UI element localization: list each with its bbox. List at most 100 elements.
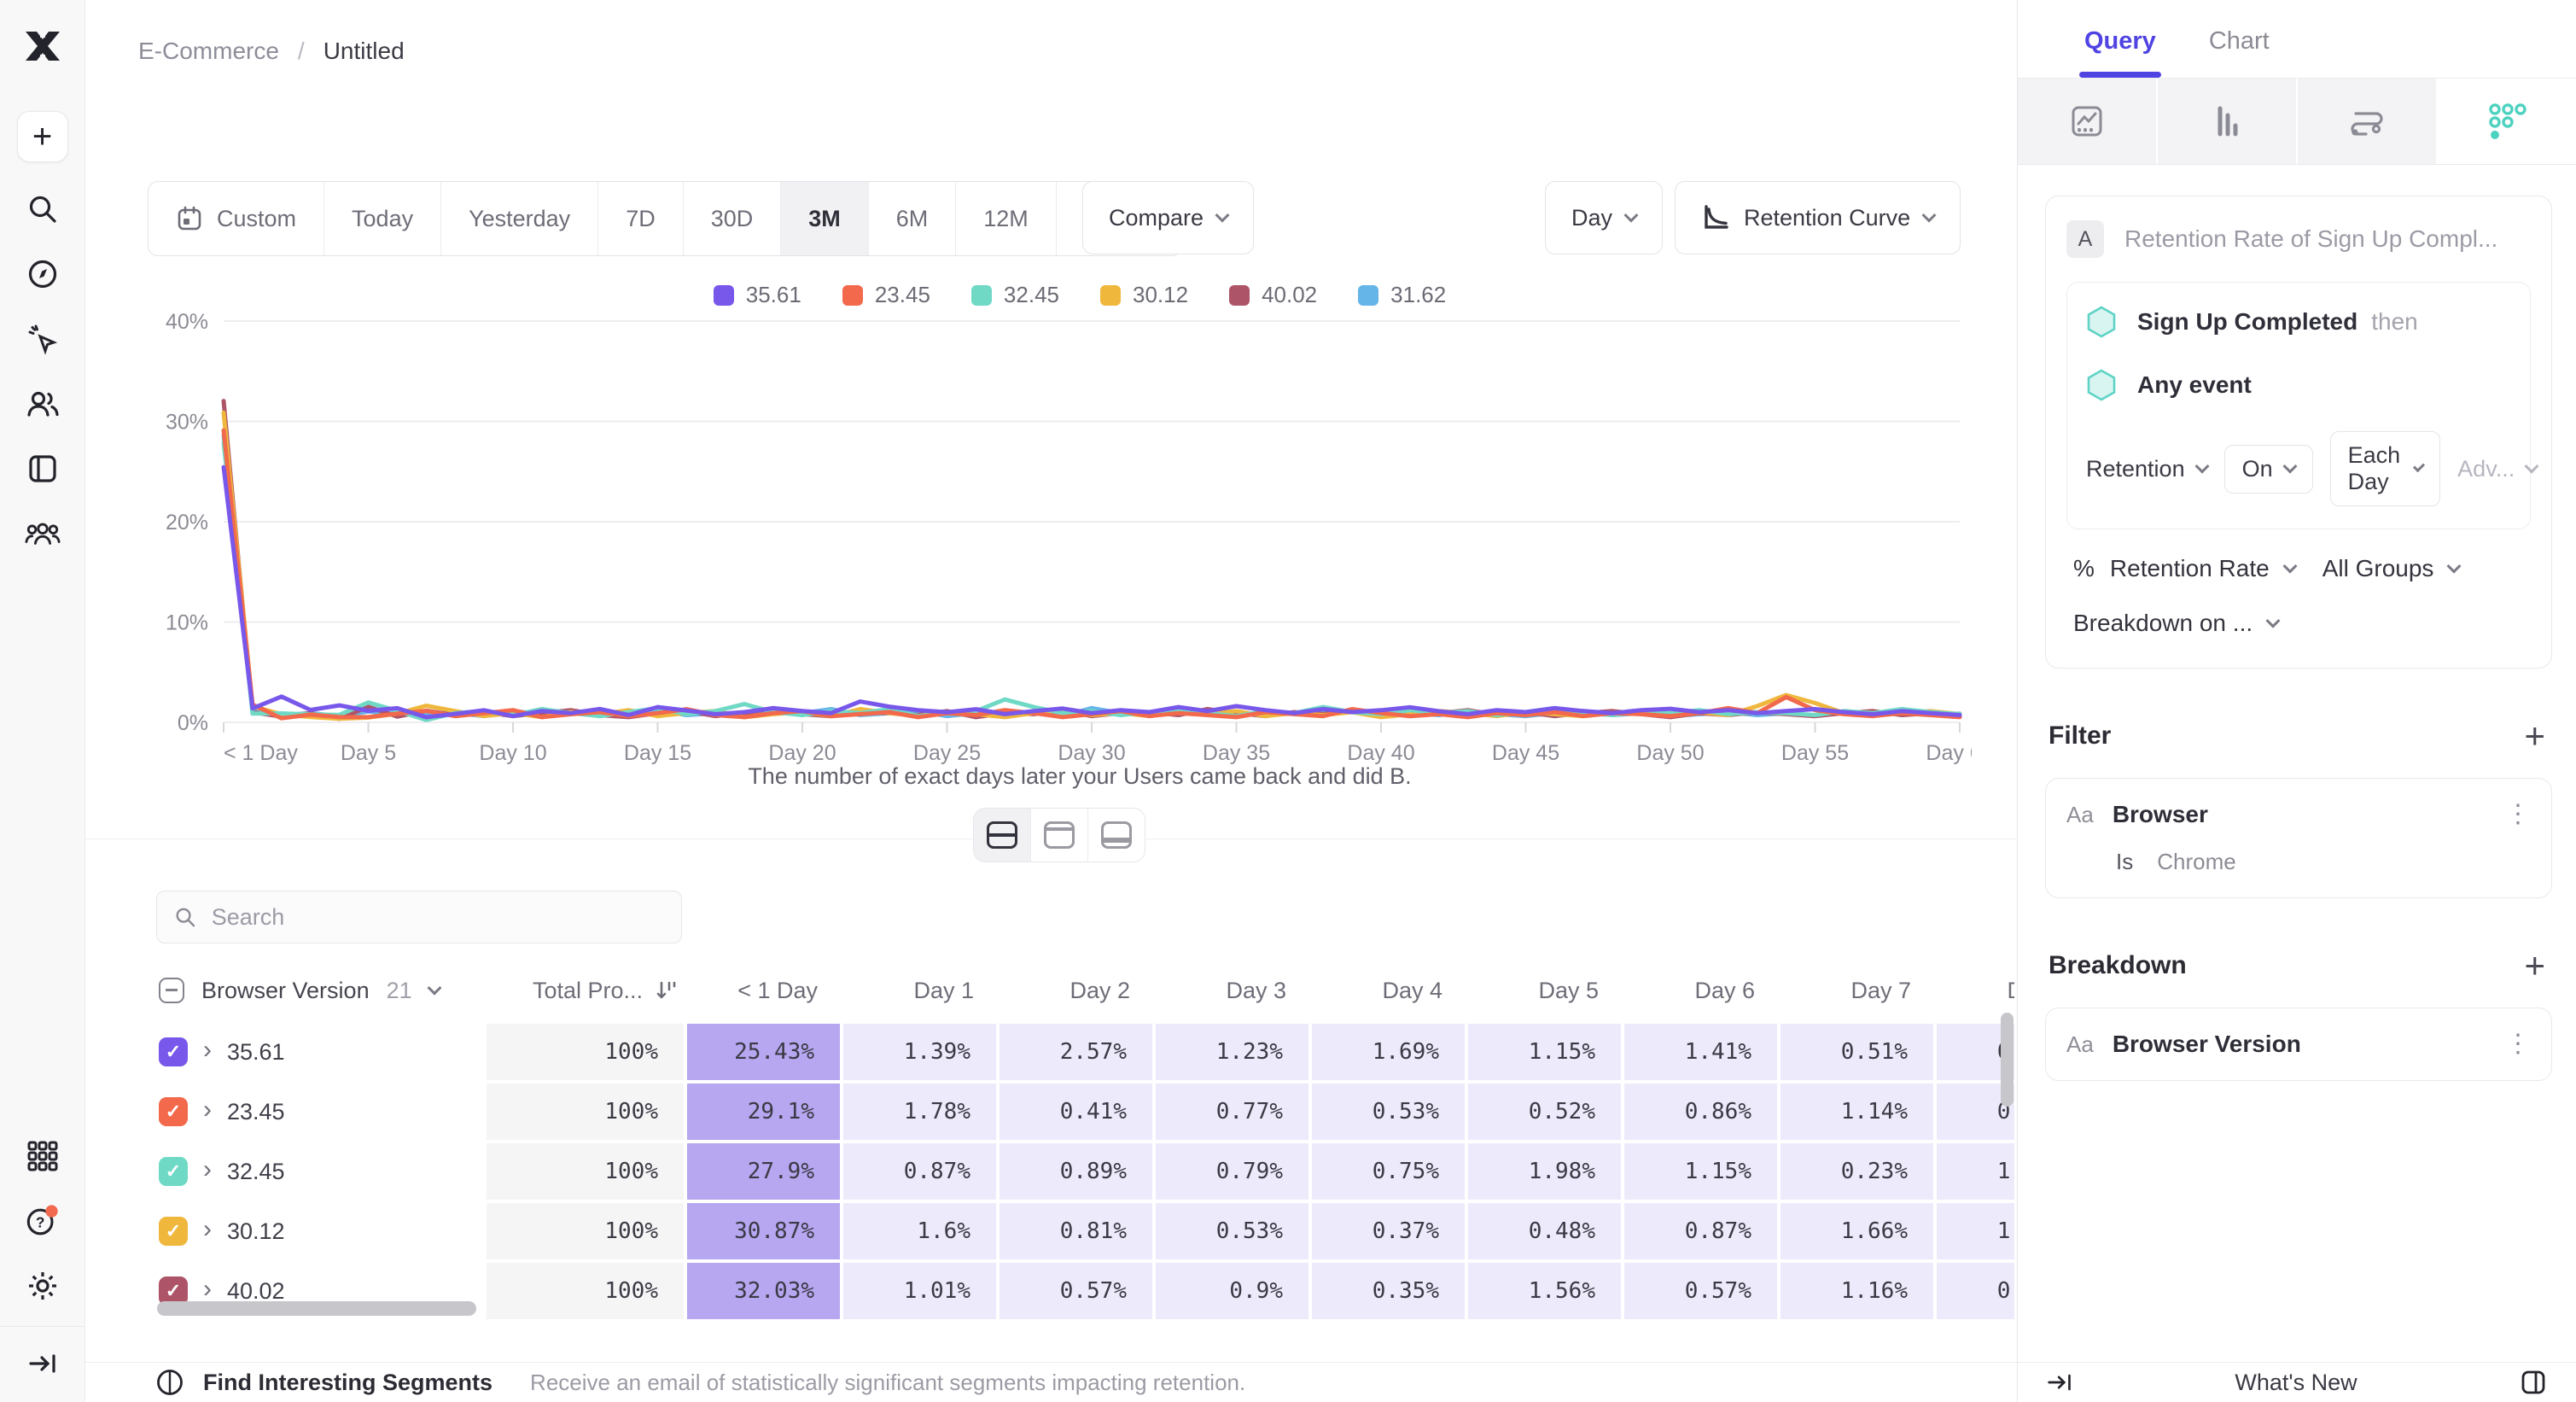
expand-chevron-icon[interactable]: › (203, 1157, 212, 1183)
expand-chevron-icon[interactable]: › (203, 1097, 212, 1123)
group-column-header[interactable]: Browser Version (201, 978, 370, 1004)
row-checkbox[interactable]: ✓ (159, 1157, 188, 1186)
column-header-day-5[interactable]: Day 5 (1468, 978, 1624, 1004)
column-header-day-7[interactable]: Day 7 (1780, 978, 1937, 1004)
legend-item[interactable]: 30.12 (1100, 282, 1188, 308)
add-filter-button[interactable]: + (2524, 718, 2545, 754)
search-nav-icon[interactable] (25, 191, 61, 227)
settings-gear-icon[interactable] (25, 1268, 61, 1304)
users-icon[interactable] (25, 386, 61, 422)
granularity-button[interactable]: Day (1545, 181, 1663, 254)
event-step-1[interactable]: Sign Up Completed then (2086, 305, 2511, 339)
tab-query[interactable]: Query (2084, 27, 2156, 78)
row-label[interactable]: 23.45 (227, 1099, 285, 1125)
mixpanel-logo-icon[interactable] (19, 22, 67, 70)
legend-swatch (714, 285, 734, 306)
breadcrumb-project[interactable]: E-Commerce (138, 38, 279, 65)
breakdown-menu-icon[interactable]: ⋮ (2505, 1037, 2531, 1052)
row-label[interactable]: 35.61 (227, 1039, 285, 1066)
legend-item[interactable]: 35.61 (714, 282, 801, 308)
add-breakdown-button[interactable]: + (2524, 948, 2545, 984)
apps-grid-icon[interactable] (25, 1138, 61, 1174)
collapse-sidebar-icon[interactable] (25, 1346, 61, 1382)
column-header-day-2[interactable]: Day 2 (1000, 978, 1156, 1004)
horizontal-scrollbar[interactable] (157, 1301, 476, 1316)
filter-value[interactable]: Chrome (2157, 849, 2235, 875)
column-header-day-6[interactable]: Day 6 (1624, 978, 1780, 1004)
breakdown-card[interactable]: Aa Browser Version ⋮ (2045, 1008, 2552, 1081)
each-day-dropdown[interactable]: Each Day (2330, 431, 2441, 506)
breadcrumb-report-name[interactable]: Untitled (323, 38, 405, 65)
filter-card[interactable]: Aa Browser ⋮ Is Chrome (2045, 778, 2552, 898)
discover-compass-icon[interactable] (25, 256, 61, 292)
column-header-<-1-day[interactable]: < 1 Day (687, 978, 843, 1004)
on-dropdown[interactable]: On (2224, 445, 2313, 494)
row-label[interactable]: 40.02 (227, 1278, 285, 1305)
compare-button[interactable]: Compare (1082, 181, 1254, 254)
legend-item[interactable]: 31.62 (1358, 282, 1446, 308)
help-icon[interactable]: ? (25, 1203, 61, 1239)
range-today[interactable]: Today (324, 182, 441, 255)
side-panel-icon[interactable] (2520, 1369, 2547, 1396)
boards-icon[interactable] (25, 451, 61, 487)
expand-chevron-icon[interactable]: › (203, 1217, 212, 1242)
retention-cell: 1.66% (1780, 1203, 1933, 1259)
legend-item[interactable]: 32.45 (971, 282, 1059, 308)
column-header-day-1[interactable]: Day 1 (843, 978, 1000, 1004)
groups-dropdown[interactable]: All Groups (2322, 555, 2434, 582)
search-input[interactable] (210, 903, 664, 932)
funnels-report-button[interactable] (2158, 79, 2298, 164)
legend-item[interactable]: 40.02 (1229, 282, 1317, 308)
event-step-2[interactable]: Any event (2086, 368, 2511, 402)
row-checkbox[interactable]: ✓ (159, 1217, 188, 1246)
cohorts-icon[interactable] (25, 516, 61, 552)
filter-property[interactable]: Browser (2113, 801, 2208, 828)
breakdown-property[interactable]: Browser Version (2113, 1031, 2301, 1058)
events-cursor-icon[interactable] (25, 321, 61, 357)
query-title[interactable]: Retention Rate of Sign Up Compl... (2124, 225, 2497, 253)
layout-table-view-button[interactable] (1088, 809, 1145, 862)
row-name-cell: ✓ › 32.45 (154, 1143, 483, 1200)
range-30d[interactable]: 30D (684, 182, 782, 255)
filter-menu-icon[interactable]: ⋮ (2505, 807, 2531, 822)
column-header-day-3[interactable]: Day 3 (1156, 978, 1312, 1004)
whats-new-link[interactable]: What's New (2235, 1370, 2357, 1396)
layout-chart-view-button[interactable] (1031, 809, 1088, 862)
measure-dropdown[interactable]: Retention Rate (2110, 555, 2270, 582)
range-3m[interactable]: 3M (781, 182, 869, 255)
tab-chart[interactable]: Chart (2209, 27, 2270, 78)
collapse-panel-icon[interactable] (2047, 1370, 2072, 1394)
row-checkbox[interactable]: ✓ (159, 1097, 188, 1126)
range-custom[interactable]: Custom (149, 182, 324, 255)
expand-chevron-icon[interactable]: › (203, 1276, 212, 1302)
retention-type-dropdown[interactable]: Retention (2086, 456, 2207, 482)
row-label[interactable]: 30.12 (227, 1218, 285, 1245)
legend-item[interactable]: 23.45 (842, 282, 930, 308)
vertical-scrollbar[interactable] (2001, 1013, 2014, 1107)
range-12m[interactable]: 12M (956, 182, 1057, 255)
layout-split-view-button[interactable] (974, 809, 1031, 862)
chart-type-button[interactable]: Retention Curve (1675, 181, 1961, 254)
range-yesterday[interactable]: Yesterday (441, 182, 598, 255)
chevron-down-icon[interactable] (427, 981, 441, 996)
legend-label: 35.61 (746, 282, 801, 308)
insights-report-button[interactable] (2018, 79, 2158, 164)
filter-operator[interactable]: Is (2116, 849, 2133, 875)
expand-chevron-icon[interactable]: › (203, 1037, 212, 1063)
flows-report-button[interactable] (2298, 79, 2438, 164)
sort-icon[interactable] (655, 979, 677, 1002)
row-checkbox[interactable]: ✓ (159, 1037, 188, 1066)
find-segments-button[interactable]: Find Interesting Segments (203, 1370, 492, 1396)
range-6m[interactable]: 6M (869, 182, 957, 255)
column-header-day-8[interactable]: Day 8 (1937, 978, 2014, 1004)
column-header-day-4[interactable]: Day 4 (1312, 978, 1468, 1004)
advanced-dropdown[interactable]: Adv... (2457, 456, 2537, 482)
total-column-header[interactable]: Total Pro... (533, 978, 643, 1004)
retention-report-button[interactable] (2438, 79, 2576, 164)
range-7d[interactable]: 7D (598, 182, 684, 255)
row-label[interactable]: 32.45 (227, 1159, 285, 1185)
select-all-checkbox[interactable] (159, 978, 184, 1003)
create-new-button[interactable]: + (17, 111, 68, 162)
percent-icon: % (2073, 555, 2095, 582)
breakdown-on-dropdown[interactable]: Breakdown on ... (2073, 610, 2253, 637)
